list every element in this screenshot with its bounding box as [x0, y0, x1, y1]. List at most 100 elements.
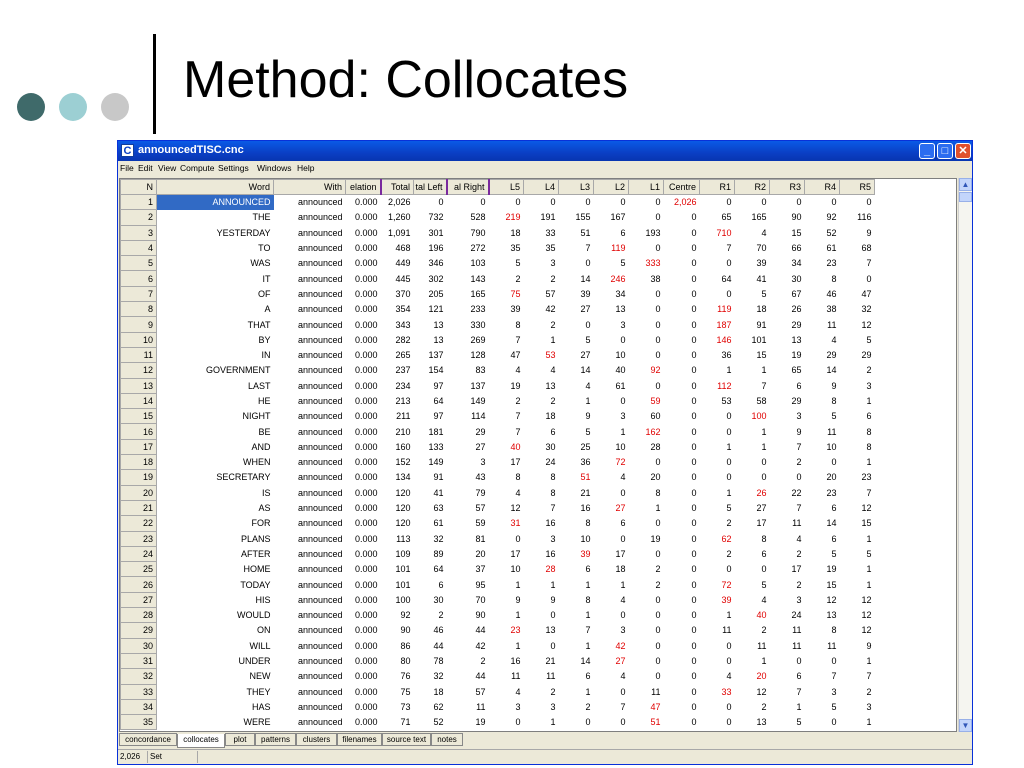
column-header-l4[interactable]: L4	[523, 179, 559, 195]
table-row[interactable]: 35 WERE announced 0.000 71 52 19 0 1 0 0 51 0 0 13 5 0 1	[120, 714, 875, 731]
menu-windows[interactable]: Windows	[257, 163, 291, 173]
scroll-thumb[interactable]	[959, 192, 972, 202]
table-cell: 165	[751, 212, 767, 223]
column-header-l2[interactable]: L2	[593, 179, 629, 195]
table-row[interactable]: 10 BY announced 0.000 282 13 269 7 1 5 0 0 0 146 101 13…	[120, 331, 875, 348]
tab-concordance[interactable]: concordance	[119, 733, 177, 746]
column-header-with[interactable]: With	[273, 179, 346, 195]
close-button[interactable]: ✕	[955, 143, 971, 159]
table-row[interactable]: 28 WOULD announced 0.000 92 2 90 1 0 1 0 0 0 1 40 24 13 1…	[120, 607, 875, 624]
menu-file[interactable]: File	[120, 163, 134, 173]
table-row[interactable]: 19 SECRETARY announced 0.000 134 91 43 8 8 51 4 20 0…	[120, 469, 875, 486]
table-row[interactable]: 1 ANNOUNCED announced 0.000 2,026 0 0 0 0 0 0 0 2,02…	[120, 193, 875, 211]
column-header-total[interactable]: Total	[380, 179, 414, 195]
table-row[interactable]: 22 FOR announced 0.000 120 61 59 31 16 8 6 0 0 2 17 11 1…	[120, 515, 875, 532]
column-header-r3[interactable]: R3	[769, 179, 805, 195]
table-cell: 1	[761, 365, 767, 376]
table-row[interactable]: 32 NEW announced 0.000 76 32 44 11 11 6 4 0 0 4 20 6 7 7	[120, 668, 875, 685]
table-row[interactable]: 3 YESTERDAY announced 0.000 1,091 301 790 18 33 5…	[120, 224, 875, 241]
title-bar[interactable]: C announcedTISC.cnc _ □ ✕	[118, 141, 972, 161]
table-row[interactable]: 30 WILL announced 0.000 86 44 42 1 0 1 42 0 0 0 11 11 11…	[120, 637, 875, 654]
tab-clusters[interactable]: clusters	[296, 733, 337, 746]
tab-notes[interactable]: notes	[431, 733, 463, 746]
table-cell: 8	[831, 396, 837, 406]
column-header-centre[interactable]: Centre	[663, 179, 700, 195]
table-row[interactable]: 16 BE announced 0.000 210 181 29 7 6 5 1 162 0 0 1 9 11 8	[120, 423, 875, 440]
table-cell: 0	[655, 350, 661, 361]
table-cell: 12	[861, 625, 872, 636]
column-header-l1[interactable]: L1	[628, 179, 664, 195]
table-cell: 12	[861, 610, 872, 621]
column-header-r1[interactable]: R1	[699, 179, 735, 195]
table-row[interactable]: 5 WAS announced 0.000 449 346 103 5 3 0 5 333 0 0 39 34…	[120, 255, 875, 272]
column-header-l5[interactable]: L5	[488, 179, 524, 195]
table-row[interactable]: 8 Aannounced 0.000 354 121 233 39 42 27 13 0 0 119 18…	[120, 301, 875, 318]
tab-collocates[interactable]: collocates	[177, 734, 225, 748]
table-row[interactable]: 7 OF announced 0.000 370 205 165 75 57 39 34 0 0 0 5 67…	[120, 285, 875, 303]
menu-help[interactable]: Help	[297, 163, 314, 173]
table-row[interactable]: 31 UNDER announced 0.000 80 78 2 16 21 14 27 0 0 0 1 0 0…	[120, 652, 875, 670]
menu-view[interactable]: View	[158, 163, 176, 173]
table-row[interactable]: 17 AND announced 0.000 160 133 27 40 30 25 10 28 0 1 1…	[120, 438, 875, 456]
table-cell: 0	[691, 457, 697, 468]
table-row[interactable]: 12 GOVERNMENT announced 0.000 237 154 83 4 4 14 40…	[120, 362, 875, 379]
table-row[interactable]: 34 HAS announced 0.000 73 62 11 3 3 2 7 47 0 0 2 1 5 3	[120, 698, 875, 716]
table-row[interactable]: 26 TODAY announced 0.000 101 6 95 1 1 1 1 2 0 72 5 2 15 1	[120, 576, 875, 593]
column-header-n[interactable]: N	[120, 179, 157, 195]
table-cell: 143	[470, 273, 486, 284]
scroll-up-icon[interactable]: ▲	[959, 178, 972, 191]
table-row[interactable]: 23 PLANS announced 0.000 113 32 81 0 3 10 0 19 0 62 8 4…	[120, 530, 875, 547]
tab-filenames[interactable]: filenames	[337, 733, 382, 746]
table-cell: announced	[297, 671, 343, 682]
column-header-r4[interactable]: R4	[804, 179, 840, 195]
table-row[interactable]: 21 AS announced 0.000 120 63 57 12 7 16 27 1 0 5 27 7 6 1…	[120, 499, 875, 517]
table-row[interactable]: 11 IN announced 0.000 265 137 128 47 53 27 10 0 0 36 1…	[120, 346, 875, 364]
app-icon[interactable]: C	[121, 144, 134, 157]
table-row[interactable]: 20 IS announced 0.000 120 41 79 4 8 21 0 8 0 1 26 22 23 7	[120, 484, 875, 501]
column-header-l3[interactable]: L3	[558, 179, 594, 195]
table-row[interactable]: 33 THEY announced 0.000 75 18 57 4 2 1 0 11 0 33 12 7 3 2	[120, 683, 875, 700]
maximize-button[interactable]: □	[937, 143, 953, 159]
table-cell: 7	[585, 243, 591, 254]
table-row[interactable]: 6 IT announced 0.000 445 302 143 2 2 14 246 38 0 64 41…	[120, 270, 875, 287]
menu-compute[interactable]: Compute	[180, 163, 215, 173]
table-row[interactable]: 15 NIGHT announced 0.000 211 97 114 7 18 9 3 60 0 0 10…	[120, 408, 875, 425]
table-cell: 0.000	[354, 243, 378, 254]
minimize-button[interactable]: _	[919, 143, 935, 159]
table-cell: AND	[251, 441, 271, 452]
scroll-down-icon[interactable]: ▼	[959, 719, 972, 732]
table-row[interactable]: 4 TO announced 0.000 468 196 272 35 35 7 119 0 0 7 70 6…	[120, 239, 875, 257]
table-cell: 66	[791, 243, 802, 254]
menu-edit[interactable]: Edit	[138, 163, 153, 173]
table-cell: 23	[861, 472, 872, 483]
table-row[interactable]: 2 THE announced 0.000 1,260 732 528 219 191 155 16…	[120, 209, 875, 226]
column-header-elation[interactable]: elation	[345, 179, 382, 195]
table-cell: 0	[691, 380, 697, 391]
table-row[interactable]: 24 AFTER announced 0.000 109 89 20 17 16 39 17 0 0 2 6…	[120, 545, 875, 563]
table-row[interactable]: 27 HIS announced 0.000 100 30 70 9 9 8 4 0 0 39 4 3 12 12	[120, 591, 875, 609]
table-cell: 0	[620, 610, 626, 621]
vertical-scrollbar[interactable]: ▲ ▼	[958, 178, 972, 732]
column-header-al-right[interactable]: al Right	[446, 179, 490, 195]
column-header-tal-left[interactable]: tal Left	[413, 179, 448, 195]
table-row[interactable]: 29 ON announced 0.000 90 46 44 23 13 7 3 0 0 11 2 11 8 12	[120, 622, 875, 639]
table-row[interactable]: 14 HE announced 0.000 213 64 149 2 2 1 0 59 0 53 58 29 8…	[120, 392, 875, 410]
table-cell: 35	[120, 714, 157, 731]
tab-source-text[interactable]: source text	[382, 733, 431, 746]
table-row[interactable]: 25 HOME announced 0.000 101 64 37 10 28 6 18 2 0 0 0 17…	[120, 561, 875, 578]
table-cell: 10	[510, 564, 521, 575]
table-cell: HAS	[251, 701, 271, 712]
tab-patterns[interactable]: patterns	[255, 733, 296, 746]
column-header-word[interactable]: Word	[156, 179, 274, 195]
tab-plot[interactable]: plot	[225, 733, 255, 746]
table-cell: 0	[655, 304, 661, 315]
column-header-r2[interactable]: R2	[734, 179, 770, 195]
table-cell: 1	[550, 579, 556, 590]
table-row[interactable]: 13 LAST announced 0.000 234 97 137 19 13 4 61 0 0 112…	[120, 377, 875, 394]
table-row[interactable]: 18 WHEN announced 0.000 152 149 3 17 24 36 72 0 0 0 0 2…	[120, 454, 875, 471]
table-row[interactable]: 9 THAT announced 0.000 343 13 330 8 2 0 3 0 0 187 91 29…	[120, 316, 875, 333]
menu-settings[interactable]: Settings	[218, 163, 249, 173]
column-header-r5[interactable]: R5	[839, 179, 875, 195]
collocates-grid[interactable]: N Word With elation Total tal Left al Right L5 L…	[119, 178, 957, 732]
table-cell: 3	[550, 258, 556, 269]
